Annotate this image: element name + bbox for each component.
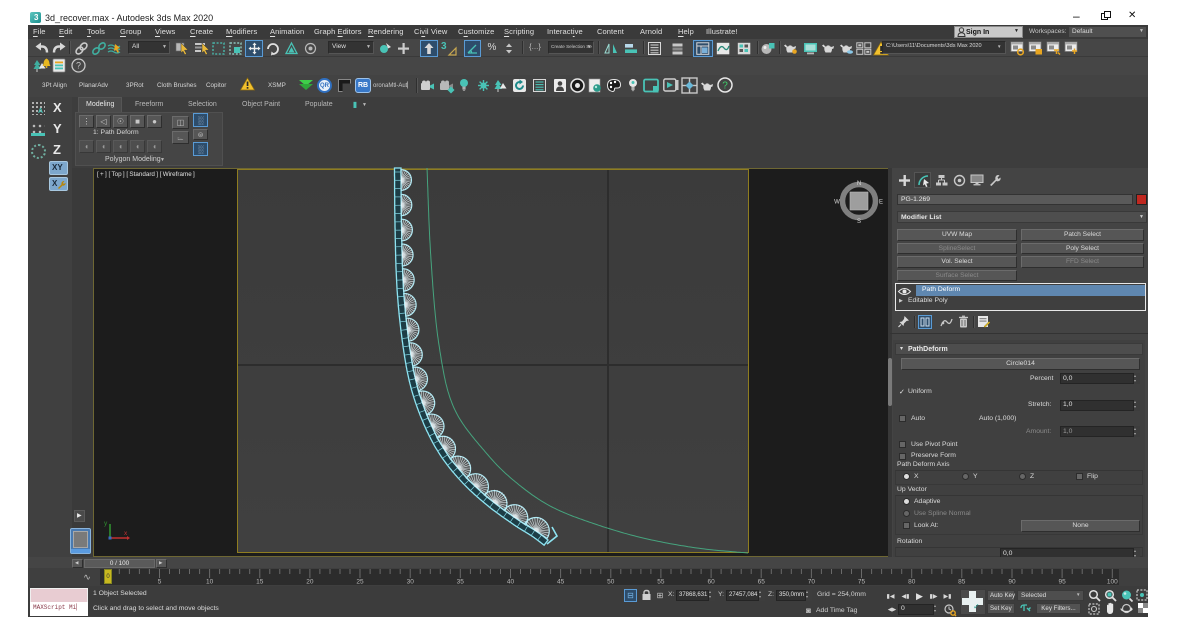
svg-text:25: 25 — [356, 579, 364, 586]
svg-text:35: 35 — [457, 579, 465, 586]
svg-text:60: 60 — [707, 579, 715, 586]
svg-text:20: 20 — [306, 579, 314, 586]
svg-text:95: 95 — [1058, 579, 1066, 586]
svg-text:80: 80 — [908, 579, 916, 586]
svg-text:100: 100 — [1107, 579, 1118, 586]
svg-text:90: 90 — [1008, 579, 1016, 586]
svg-text:45: 45 — [557, 579, 565, 586]
svg-text:5: 5 — [158, 579, 162, 586]
svg-text:70: 70 — [808, 579, 816, 586]
svg-text:15: 15 — [256, 579, 264, 586]
svg-text:50: 50 — [607, 579, 615, 586]
svg-text:85: 85 — [958, 579, 966, 586]
svg-text:30: 30 — [407, 579, 415, 586]
svg-text:10: 10 — [206, 579, 214, 586]
svg-text:40: 40 — [507, 579, 515, 586]
svg-text:75: 75 — [858, 579, 866, 586]
svg-text:65: 65 — [758, 579, 766, 586]
svg-text:55: 55 — [657, 579, 665, 586]
